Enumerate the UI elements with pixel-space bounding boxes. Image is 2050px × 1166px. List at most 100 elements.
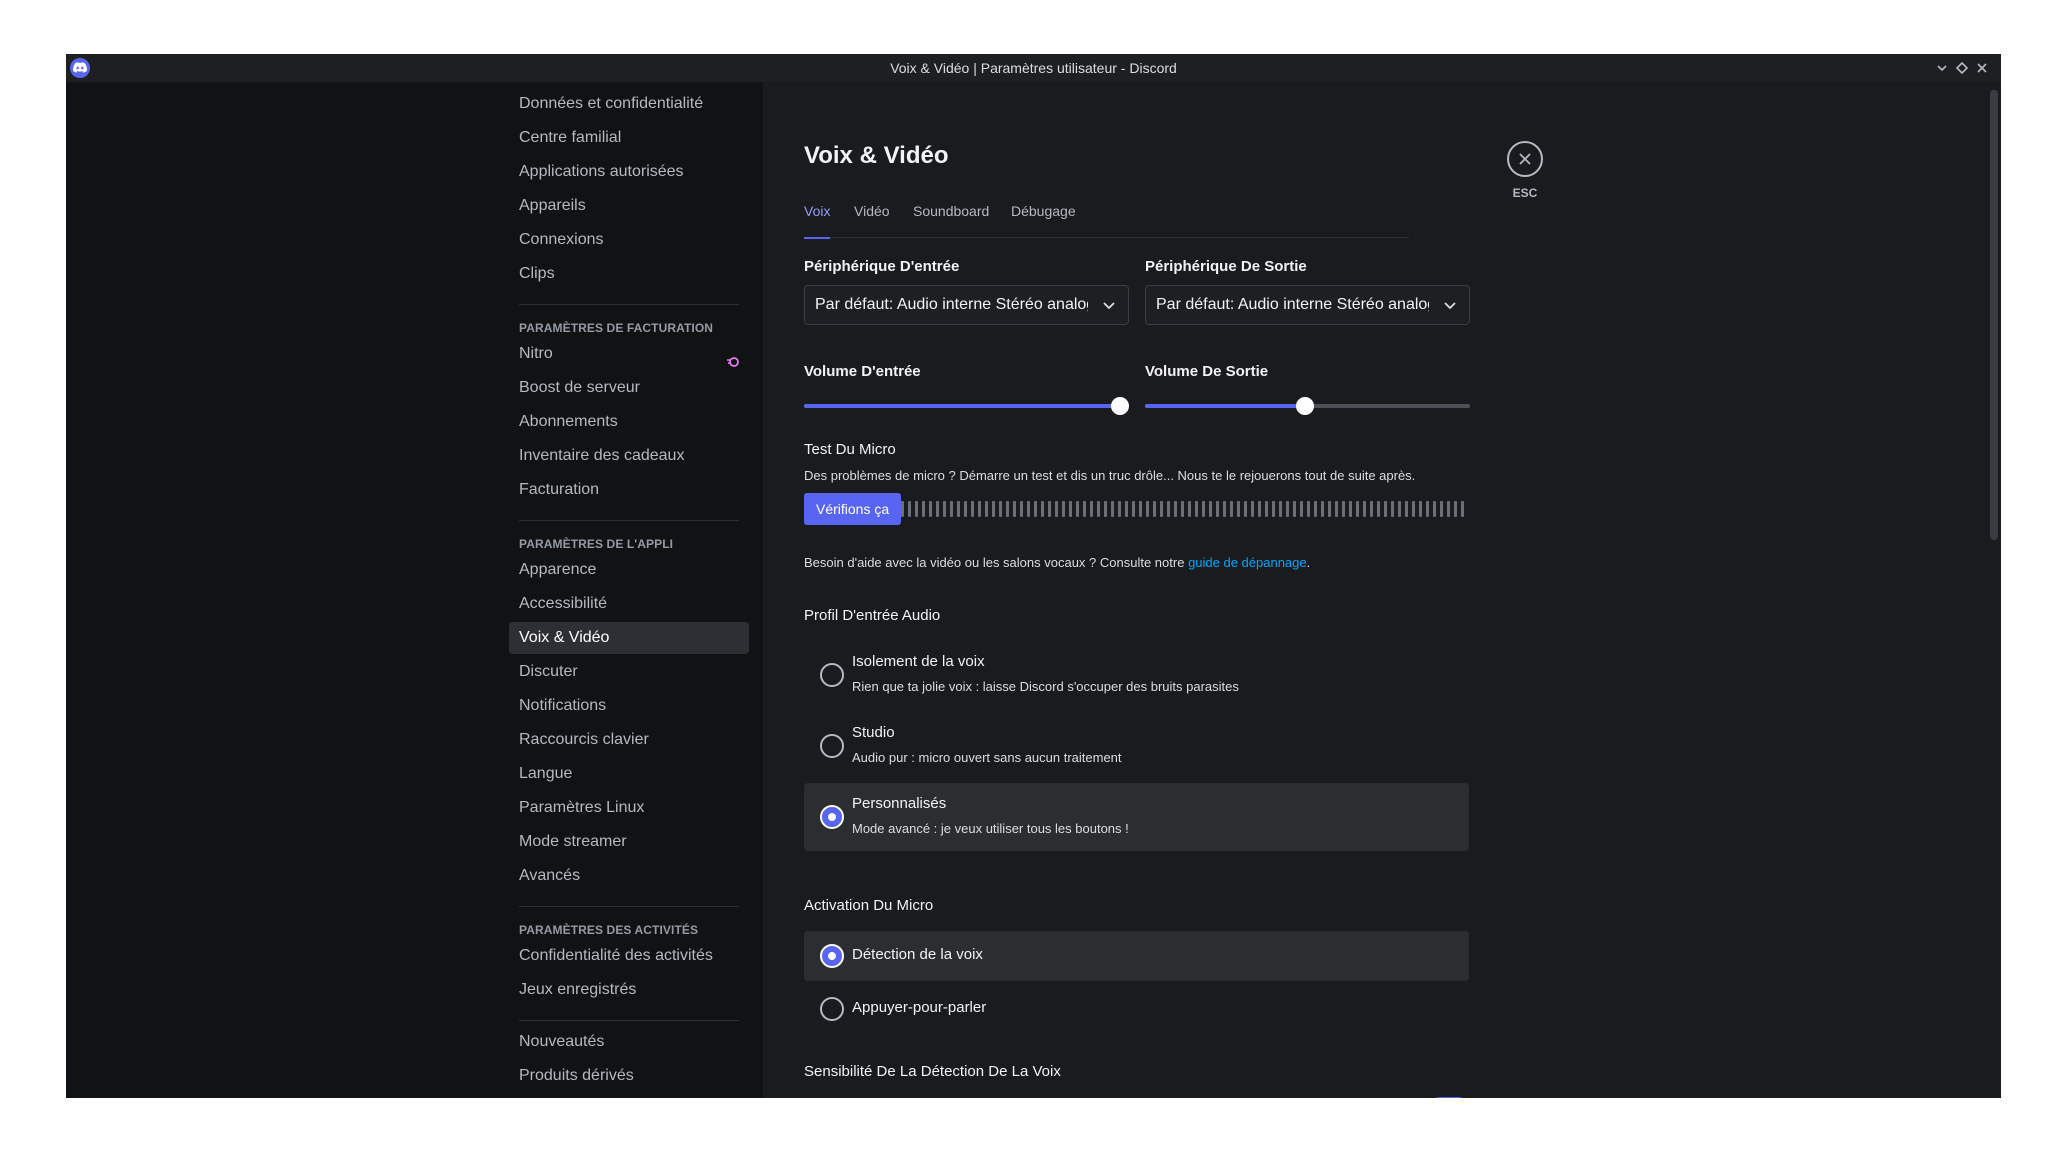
- sidebar-item-apparence[interactable]: Apparence: [509, 554, 749, 586]
- meter-segment: [1069, 501, 1072, 517]
- option-description: Audio pur : micro ouvert sans aucun trai…: [852, 750, 1122, 765]
- sidebar-item-boost-serveur[interactable]: Boost de serveur: [509, 372, 749, 404]
- tab-video[interactable]: Vidéo: [854, 200, 890, 238]
- close-settings-button[interactable]: [1507, 141, 1543, 177]
- settings-content: Voix & Vidéo Voix Vidéo Soundboard Débug…: [763, 82, 2001, 1098]
- scrollbar-thumb[interactable]: [1990, 90, 1998, 540]
- tab-voix[interactable]: Voix: [804, 200, 831, 239]
- settings-sidebar: Données et confidentialité Centre famili…: [66, 82, 763, 1098]
- meter-segment: [1146, 501, 1149, 517]
- sensitivity-toggle[interactable]: [1428, 1097, 1470, 1098]
- sidebar-separator: [519, 304, 739, 305]
- meter-segment: [1209, 501, 1212, 517]
- close-window-icon[interactable]: [1972, 58, 1992, 78]
- meter-segment: [1391, 501, 1394, 517]
- input-device-value: Par défaut: Audio interne Stéréo analogi…: [815, 296, 1088, 313]
- sidebar-item-parametres-linux[interactable]: Paramètres Linux: [509, 792, 749, 824]
- audio-profile-option-personnalises[interactable]: Personnalisés Mode avancé : je veux util…: [804, 783, 1469, 851]
- slider-fill: [1145, 404, 1304, 408]
- meter-segment: [1188, 501, 1191, 517]
- sidebar-item-produits-derives[interactable]: Produits dérivés: [509, 1060, 749, 1092]
- meter-segment: [1398, 501, 1401, 517]
- audio-profile-option-studio[interactable]: Studio Audio pur : micro ouvert sans auc…: [804, 712, 1469, 780]
- meter-segment: [1202, 501, 1205, 517]
- meter-segment: [1349, 501, 1352, 517]
- radio-button[interactable]: [820, 997, 844, 1021]
- audio-profile-label: Profil D'entrée Audio: [804, 607, 941, 624]
- mic-activation-option-ptt[interactable]: Appuyer-pour-parler: [804, 984, 1469, 1034]
- sidebar-item-nitro[interactable]: Nitro: [509, 338, 749, 370]
- meter-segment: [1286, 501, 1289, 517]
- output-volume-label: Volume De Sortie: [1145, 363, 1269, 380]
- sensitivity-label: Sensibilité De La Détection De La Voix: [804, 1063, 1061, 1080]
- meter-segment: [1279, 501, 1282, 517]
- sidebar-item-facturation[interactable]: Facturation: [509, 474, 749, 506]
- sidebar-item-confidentialite-activites[interactable]: Confidentialité des activités: [509, 940, 749, 972]
- sidebar-item-applications-autorisees[interactable]: Applications autorisées: [509, 156, 749, 188]
- sidebar-item-voix-video[interactable]: Voix & Vidéo: [509, 622, 749, 654]
- sidebar-separator: [519, 906, 739, 907]
- tab-debugage[interactable]: Débugage: [1011, 200, 1076, 238]
- troubleshooting-guide-link[interactable]: guide de dépannage: [1188, 555, 1307, 570]
- sidebar-item-discuter[interactable]: Discuter: [509, 656, 749, 688]
- sidebar-item-jeux-enregistres[interactable]: Jeux enregistrés: [509, 974, 749, 1006]
- sidebar-item-clips[interactable]: Clips: [509, 258, 749, 290]
- meter-segment: [1041, 501, 1044, 517]
- meter-segment: [1314, 501, 1317, 517]
- sidebar-item-donnees-confidentialite[interactable]: Données et confidentialité: [509, 88, 749, 120]
- input-device-label: Périphérique D'entrée: [804, 258, 960, 275]
- mic-test-description: Des problèmes de micro ? Démarre un test…: [804, 468, 1416, 483]
- minimize-icon[interactable]: [1932, 58, 1952, 78]
- audio-profile-option-isolement[interactable]: Isolement de la voix Rien que ta jolie v…: [804, 641, 1469, 709]
- scrollbar[interactable]: [1990, 90, 1998, 1075]
- sidebar-item-connexions[interactable]: Connexions: [509, 224, 749, 256]
- option-title: Isolement de la voix: [852, 653, 985, 670]
- meter-segment: [1335, 501, 1338, 517]
- meter-segment: [1377, 501, 1380, 517]
- meter-segment: [1405, 501, 1408, 517]
- option-description: Mode avancé : je veux utiliser tous les …: [852, 821, 1129, 836]
- meter-segment: [985, 501, 988, 517]
- radio-button[interactable]: [820, 663, 844, 687]
- output-device-select[interactable]: Par défaut: Audio interne Stéréo analogi…: [1145, 285, 1470, 325]
- meter-segment: [929, 501, 932, 517]
- radio-button-selected[interactable]: [820, 944, 844, 968]
- sidebar-item-avances[interactable]: Avancés: [509, 860, 749, 892]
- tab-bar: Voix Vidéo Soundboard Débugage: [804, 200, 1409, 239]
- sidebar-item-raccourcis-clavier[interactable]: Raccourcis clavier: [509, 724, 749, 756]
- sidebar-item-nouveautes[interactable]: Nouveautés: [509, 1026, 749, 1058]
- radio-button-selected[interactable]: [820, 805, 844, 829]
- slider-fill: [804, 404, 1125, 408]
- slider-handle[interactable]: [1296, 397, 1314, 415]
- mic-activation-option-voice[interactable]: Détection de la voix: [804, 931, 1469, 981]
- meter-segment: [1272, 501, 1275, 517]
- meter-segment: [957, 501, 960, 517]
- sidebar-item-accessibilite[interactable]: Accessibilité: [509, 588, 749, 620]
- mic-test-label: Test Du Micro: [804, 441, 896, 458]
- maximize-icon[interactable]: [1952, 58, 1972, 78]
- option-title: Personnalisés: [852, 795, 947, 812]
- sidebar-item-abonnements[interactable]: Abonnements: [509, 406, 749, 438]
- sidebar-item-appareils[interactable]: Appareils: [509, 190, 749, 222]
- slider-handle[interactable]: [1111, 397, 1129, 415]
- meter-segment: [1167, 501, 1170, 517]
- meter-segment: [1132, 501, 1135, 517]
- sidebar-item-langue[interactable]: Langue: [509, 758, 749, 790]
- mic-level-meter: [901, 501, 1466, 517]
- sidebar-item-notifications[interactable]: Notifications: [509, 690, 749, 722]
- sidebar-item-inventaire-cadeaux[interactable]: Inventaire des cadeaux: [509, 440, 749, 472]
- nitro-icon: [727, 348, 739, 367]
- meter-segment: [1181, 501, 1184, 517]
- mic-test-button[interactable]: Vérifions ça: [804, 493, 902, 525]
- input-volume-slider[interactable]: [804, 396, 1129, 416]
- chevron-down-icon: [1444, 302, 1456, 310]
- tab-soundboard[interactable]: Soundboard: [913, 200, 989, 238]
- sidebar-separator: [519, 520, 739, 521]
- sidebar-item-mode-streamer[interactable]: Mode streamer: [509, 826, 749, 858]
- input-device-select[interactable]: Par défaut: Audio interne Stéréo analogi…: [804, 285, 1129, 325]
- meter-segment: [1384, 501, 1387, 517]
- output-volume-slider[interactable]: [1145, 396, 1470, 416]
- radio-button[interactable]: [820, 734, 844, 758]
- meter-segment: [1258, 501, 1261, 517]
- sidebar-item-centre-familial[interactable]: Centre familial: [509, 122, 749, 154]
